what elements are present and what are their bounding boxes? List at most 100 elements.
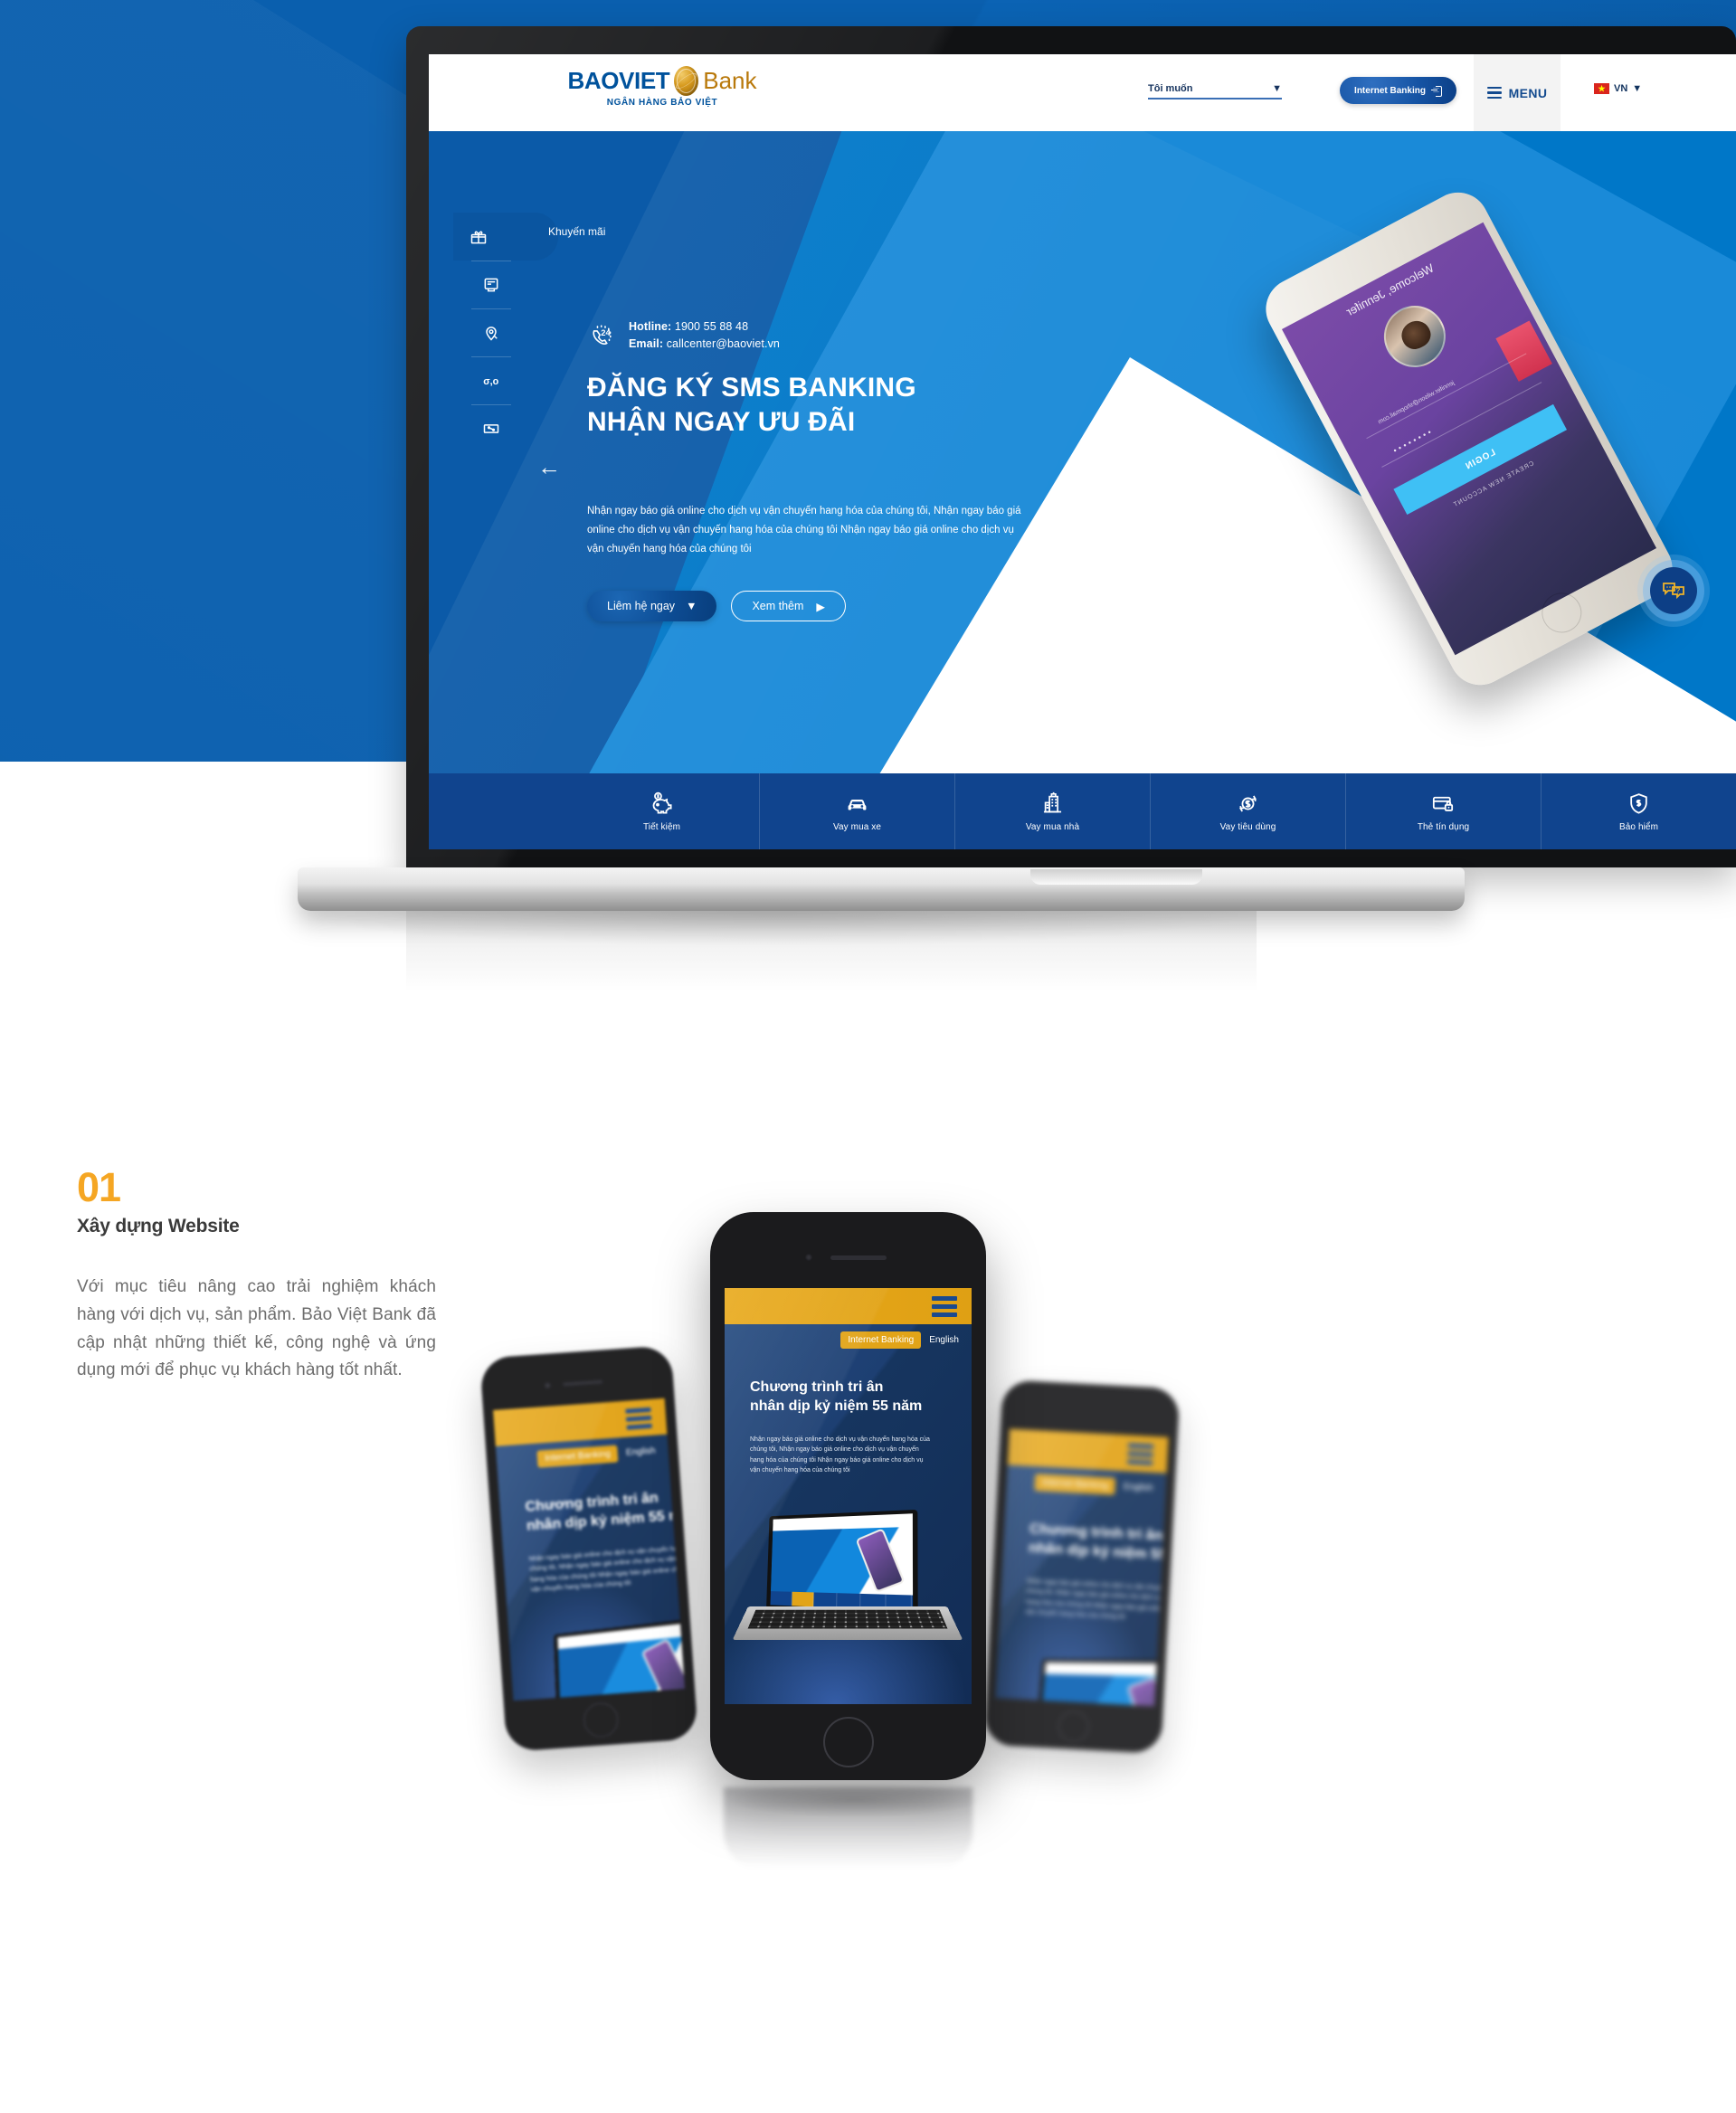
piggy-bank-icon (652, 791, 672, 814)
vietnam-flag-icon (1594, 83, 1609, 94)
login-icon (1430, 85, 1442, 97)
carousel-dots[interactable] (1225, 520, 1299, 532)
carousel-dot-1[interactable] (1225, 520, 1237, 532)
sidebar-item-branch-locator[interactable] (460, 308, 522, 356)
email-value[interactable]: callcenter@baoviet.vn (667, 337, 780, 350)
mobile-internet-banking-button[interactable]: Internet Banking (840, 1331, 922, 1349)
service-item-home-loan[interactable]: Vay mua nhà (955, 773, 1151, 849)
chevron-down-icon: ▼ (1272, 83, 1282, 94)
phone-mockup-center: Internet Banking English Chương trình tr… (710, 1212, 986, 1780)
hero-side-rail: σ,ο (453, 213, 558, 452)
service-item-consumer-loan-label: Vay tiêu dùng (1219, 821, 1276, 832)
contact-now-label: Liêm hệ ngay (607, 600, 676, 612)
service-item-insurance[interactable]: Bảo hiểm (1542, 773, 1736, 849)
hotline-block: 24 Hotline: 1900 55 88 48 Email: callcen… (587, 318, 780, 354)
laptop-screen: BAOVIET Bank NGÂN HÀNG BẢO VIỆT Tôi muốn… (429, 54, 1736, 849)
phone-home-button[interactable] (822, 1717, 874, 1767)
brand-logo[interactable]: BAOVIET Bank NGÂN HÀNG BẢO VIỆT (545, 66, 780, 108)
illustration-laptop-screen (557, 1622, 686, 1701)
sidebar-item-exchange-rate[interactable]: σ,ο (460, 356, 522, 404)
phone-home-button[interactable] (582, 1701, 620, 1739)
phone-mockup-left: Internet Banking English Chương trình tr… (479, 1345, 698, 1752)
contact-now-button[interactable]: Liêm hệ ngay ▼ (587, 591, 717, 621)
laptop-notch (1030, 869, 1202, 885)
site-header: BAOVIET Bank NGÂN HÀNG BẢO VIỆT Tôi muốn… (429, 54, 1736, 131)
mobile-title: Chương trình tri ân nhân dịp kỷ niệm 55 … (750, 1379, 958, 1417)
illustration-laptop-lid (766, 1509, 918, 1616)
service-item-car-loan[interactable]: Vay mua xe (760, 773, 955, 849)
mobile-title-line2: nhân dịp kỷ niệm 55 năm (750, 1398, 923, 1414)
location-search-icon (486, 326, 498, 341)
email-label: Email: (629, 337, 664, 351)
avatar (1372, 295, 1456, 378)
illustration-laptop-keyboard (732, 1606, 963, 1641)
hamburger-icon[interactable] (625, 1407, 652, 1430)
hero-cta-group: Liêm hệ ngay ▼ Xem thêm ▶ (587, 591, 847, 621)
play-arrow-icon: ▶ (816, 600, 826, 613)
building-icon (1043, 791, 1062, 812)
sidebar-item-atm[interactable] (460, 261, 522, 308)
phone-email-value: jennifer.wilson@shopmail.com (1377, 380, 1456, 426)
illustration-laptop-lid (1034, 1659, 1169, 1707)
mobile-language-english[interactable]: English (626, 1446, 656, 1458)
laptop-base (298, 867, 1465, 911)
dollar-refresh-icon (1238, 795, 1257, 811)
menu-button[interactable]: MENU (1474, 54, 1561, 131)
illustration-phone (1126, 1676, 1169, 1707)
car-icon (848, 799, 867, 810)
see-more-label: Xem thêm (752, 600, 804, 612)
hotline-number[interactable]: 1900 55 88 48 (675, 320, 748, 333)
carousel-dot-2[interactable] (1249, 522, 1257, 530)
services-bar-spacer (429, 773, 564, 849)
sidebar-item-interest-rate[interactable] (460, 404, 522, 452)
service-item-savings[interactable]: Tiết kiệm (564, 773, 760, 849)
hero-banner: σ,ο Khuyến mãi ← 24 Hotline: 1900 55 88 … (429, 131, 1736, 773)
svg-text:?: ? (1676, 586, 1681, 594)
earpiece-speaker (830, 1255, 887, 1260)
illustration-laptop-screen (1038, 1662, 1169, 1707)
language-switcher[interactable]: VN ▼ (1594, 83, 1642, 94)
service-item-home-loan-label: Vay mua nhà (1025, 821, 1080, 832)
hotline-text: Hotline: 1900 55 88 48 Email: callcenter… (629, 318, 780, 354)
phone-right-screen: Internet Banking English Chương trình tr… (995, 1428, 1169, 1707)
carousel-dot-4[interactable] (1291, 522, 1299, 530)
phone-mockup-right: Internet Banking English Chương trình tr… (983, 1379, 1181, 1754)
service-item-credit-card-label: Thẻ tín dụng (1417, 821, 1470, 832)
see-more-button[interactable]: Xem thêm ▶ (731, 591, 847, 621)
chevron-down-icon: ▼ (1632, 83, 1643, 94)
carousel-prev-arrow[interactable]: ← (537, 453, 561, 481)
interest-rate-icon (483, 423, 499, 433)
mobile-language-english[interactable]: English (929, 1335, 959, 1345)
mobile-language-english[interactable]: English (1124, 1482, 1153, 1493)
mobile-topbar (725, 1288, 972, 1324)
menu-label: MENU (1508, 85, 1548, 100)
service-item-car-loan-label: Vay mua xe (832, 821, 882, 832)
section-body-text: Với mục tiêu nâng cao trải nghiệm khách … (77, 1277, 436, 1380)
exchange-rate-icon: σ,ο (483, 376, 498, 387)
hamburger-icon[interactable] (1127, 1442, 1154, 1465)
mobile-laptop-illustration (732, 1509, 963, 1657)
mobile-paragraph: Nhận ngay báo giá online cho dịch vụ vận… (750, 1436, 930, 1473)
atm-icon (484, 278, 498, 291)
service-item-consumer-loan[interactable]: Vay tiêu dùng (1151, 773, 1346, 849)
logo-tagline: NGÂN HÀNG BẢO VIỆT (606, 98, 718, 108)
credit-card-lock-icon (1432, 796, 1454, 811)
hamburger-icon (1486, 86, 1502, 99)
i-want-dropdown[interactable]: Tôi muốn ▼ (1148, 83, 1282, 99)
service-item-credit-card[interactable]: Thẻ tín dụng (1346, 773, 1542, 849)
carousel-dot-3[interactable] (1270, 522, 1278, 530)
phone-mockup-group: Internet Banking English Chương trình tr… (452, 1113, 1610, 2071)
phone-home-button[interactable] (1057, 1710, 1090, 1743)
illustration-laptop-screen (770, 1513, 914, 1611)
hamburger-icon[interactable] (932, 1295, 957, 1317)
language-label: VN (1614, 83, 1628, 94)
internet-banking-label: Internet Banking (1354, 85, 1426, 96)
sidebar-item-promotions[interactable] (453, 213, 558, 261)
front-camera-icon (545, 1382, 551, 1388)
services-bar: Tiết kiệm Vay mua xe Vay mua nhà Vay tiê… (429, 773, 1736, 849)
chat-support-button[interactable]: ? (1650, 567, 1697, 614)
laptop-mockup: BAOVIET Bank NGÂN HÀNG BẢO VIỆT Tôi muốn… (298, 26, 1736, 940)
gift-icon (470, 231, 487, 243)
illustration-site-header (1044, 1662, 1169, 1678)
internet-banking-button[interactable]: Internet Banking (1340, 77, 1456, 104)
